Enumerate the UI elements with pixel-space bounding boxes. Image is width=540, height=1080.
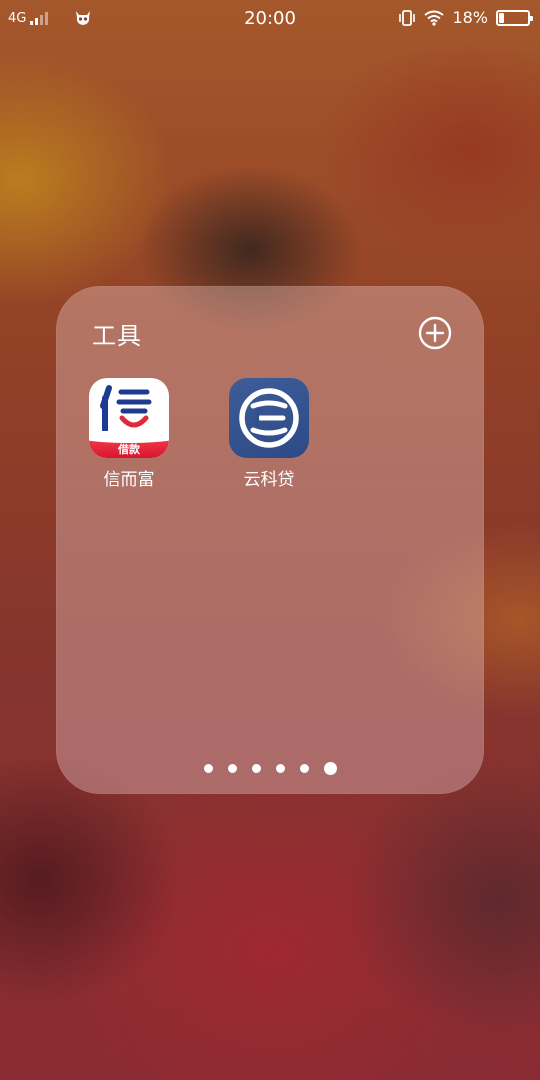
xinerfu-badge: 借款 (89, 431, 169, 458)
app-yunkedai[interactable]: 云科贷 (219, 378, 319, 490)
xinerfu-app-icon[interactable]: 借款 (89, 378, 169, 458)
page-dot[interactable] (203, 764, 213, 773)
app-folder: 工具 借款 信而富 云科贷 (56, 286, 484, 794)
wifi-icon (424, 10, 445, 26)
page-dot[interactable] (251, 764, 261, 773)
status-right: 18% (398, 8, 533, 27)
vibrate-icon (399, 9, 416, 26)
page-dot[interactable] (299, 764, 309, 773)
status-bar: 4G 20:00 18% (0, 0, 540, 38)
yunkedai-logo (239, 388, 299, 448)
page-dot-active[interactable] (323, 762, 337, 775)
folder-title[interactable]: 工具 (92, 316, 142, 351)
page-dot[interactable] (227, 764, 237, 773)
yunkedai-app-icon[interactable] (229, 378, 309, 458)
battery-percent: 18% (452, 8, 488, 27)
app-label-xinerfu: 信而富 (103, 470, 155, 490)
battery-fill (499, 12, 504, 23)
battery-icon (496, 9, 533, 26)
app-xinerfu[interactable]: 借款 信而富 (79, 378, 179, 490)
page-indicator[interactable] (56, 762, 484, 775)
app-label-yunkedai: 云科贷 (243, 470, 295, 490)
page-dot[interactable] (275, 764, 285, 773)
plus-circle-icon[interactable] (418, 316, 452, 350)
